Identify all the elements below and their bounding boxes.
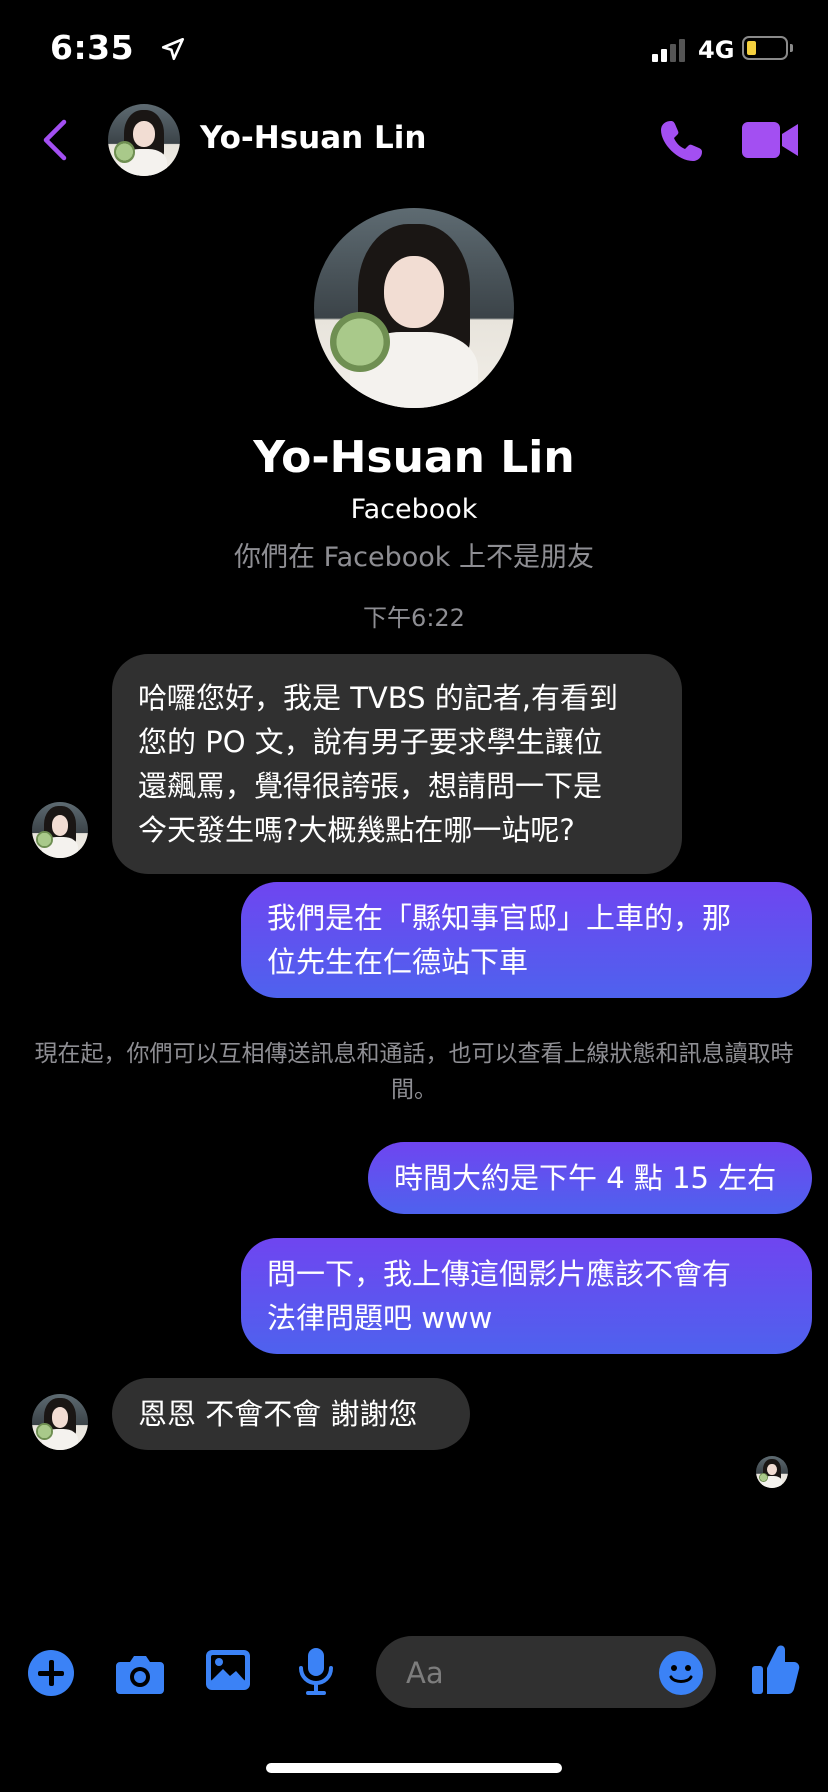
sender-avatar[interactable]	[32, 1394, 88, 1450]
outgoing-message-bubble[interactable]: 我們是在「縣知事官邸」上車的，那 位先生在仁德站下車	[241, 882, 812, 998]
message-line: 今天發生嗎?大概幾點在哪一站呢?	[138, 813, 575, 847]
header-avatar[interactable]	[108, 104, 180, 176]
battery-low-icon	[742, 36, 788, 60]
location-arrow-icon	[161, 37, 185, 61]
system-notice: 現在起，你們可以互相傳送訊息和通話，也可以查看上線狀態和訊息讀取時間。	[34, 1041, 794, 1103]
message-line: 時間大約是下午 4 點 15 左右	[394, 1161, 777, 1195]
thumbs-up-icon[interactable]	[750, 1642, 800, 1698]
message-composer[interactable]	[376, 1636, 716, 1708]
message-line: 位先生在仁德站下車	[267, 945, 529, 979]
message-line: 法律問題吧 www	[267, 1301, 493, 1335]
incoming-message-bubble[interactable]: 哈囉您好，我是 TVBS 的記者,有看到 您的 PO 文，說有男子要求學生讓位 …	[112, 654, 682, 874]
phone-call-icon[interactable]	[658, 116, 706, 164]
signal-icon	[652, 38, 685, 62]
message-line: 您的 PO 文，說有男子要求學生讓位	[138, 725, 603, 759]
outgoing-message-bubble[interactable]: 時間大約是下午 4 點 15 左右	[368, 1142, 812, 1214]
back-chevron-icon[interactable]	[40, 118, 70, 162]
battery-tip	[790, 44, 793, 52]
outgoing-message-bubble[interactable]: 問一下，我上傳這個影片應該不會有 法律問題吧 www	[241, 1238, 812, 1354]
message-line: 恩恩 不會不會 謝謝您	[138, 1397, 418, 1431]
video-call-icon[interactable]	[742, 120, 800, 160]
profile-avatar[interactable]	[314, 208, 514, 408]
add-icon[interactable]	[28, 1650, 74, 1696]
message-line: 還飆罵，覺得很誇張，想請問一下是	[138, 769, 603, 803]
read-receipt-avatar	[756, 1456, 788, 1488]
profile-platform: Facebook	[350, 494, 478, 525]
profile-name: Yo-Hsuan Lin	[253, 432, 575, 483]
image-icon[interactable]	[204, 1648, 252, 1692]
message-line: 哈囉您好，我是 TVBS 的記者,有看到	[138, 681, 619, 715]
message-line: 問一下，我上傳這個影片應該不會有	[267, 1257, 732, 1291]
message-line: 我們是在「縣知事官邸」上車的，那	[267, 901, 732, 935]
camera-icon[interactable]	[114, 1652, 166, 1696]
emoji-icon[interactable]	[658, 1650, 704, 1696]
incoming-message-bubble[interactable]: 恩恩 不會不會 謝謝您	[112, 1378, 470, 1450]
home-indicator	[266, 1763, 562, 1773]
status-time: 6:35	[50, 28, 135, 67]
message-input[interactable]	[404, 1650, 628, 1696]
message-timestamp: 下午6:22	[363, 604, 465, 632]
network-type: 4G	[698, 36, 735, 64]
microphone-icon[interactable]	[296, 1646, 336, 1696]
sender-avatar[interactable]	[32, 802, 88, 858]
header-contact-name[interactable]: Yo-Hsuan Lin	[200, 120, 426, 156]
friendship-note: 你們在 Facebook 上不是朋友	[233, 542, 595, 573]
